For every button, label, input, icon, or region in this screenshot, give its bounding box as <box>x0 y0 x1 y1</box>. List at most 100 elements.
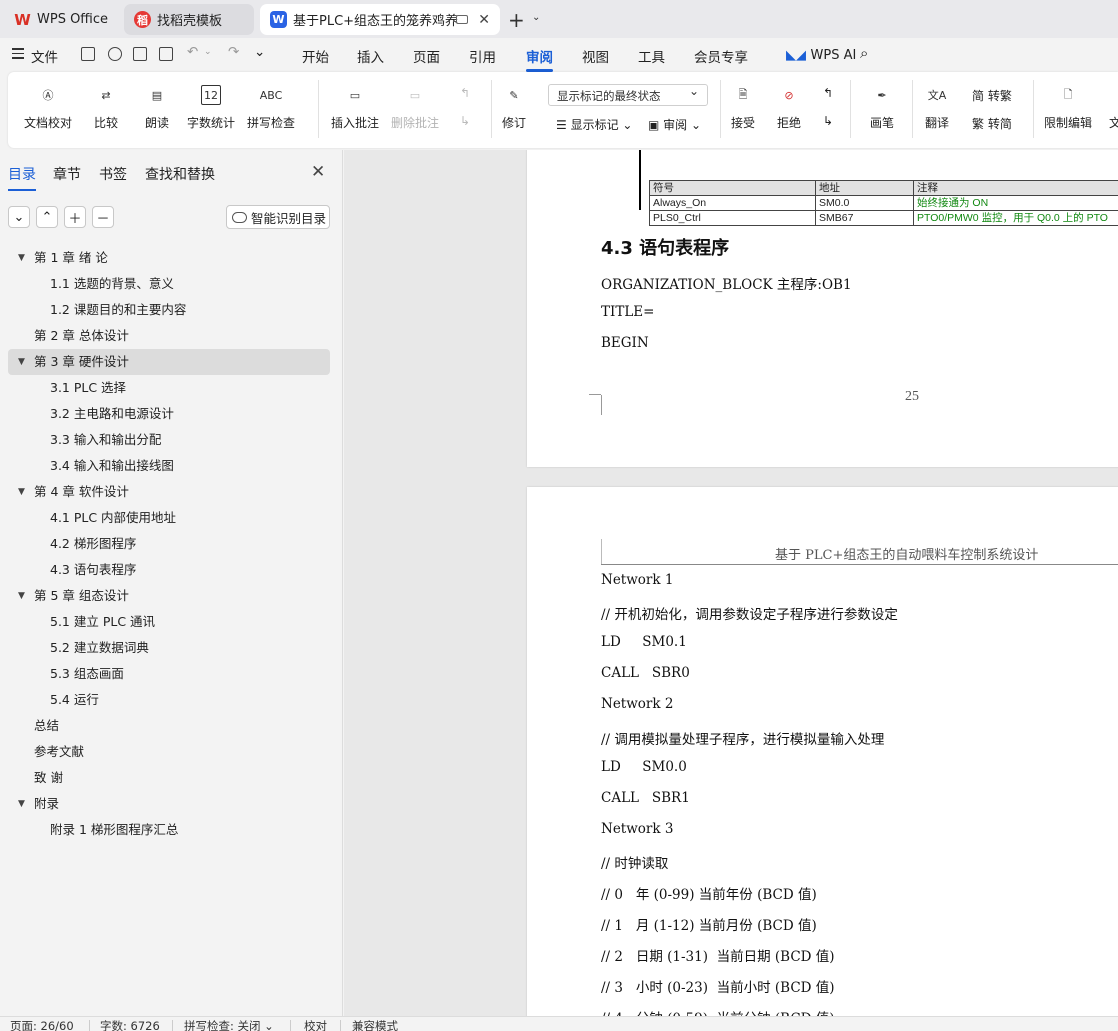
tab-label: WPS Office <box>37 12 109 27</box>
more-dropdown-icon[interactable]: ⌄ <box>254 44 265 60</box>
tab-document[interactable]: W 基于PLC+组态王的笼养鸡养殖 ✕ <box>260 4 500 35</box>
redo-icon[interactable]: ↷ <box>228 44 239 60</box>
word-count-status[interactable]: 字数: 6726 <box>100 1018 160 1031</box>
nav-tab-bookmarks[interactable]: 书签 <box>99 164 127 184</box>
chevron-down-icon[interactable]: ⌄ <box>532 12 540 23</box>
prev-comment-icon[interactable]: ↰ <box>460 86 470 100</box>
search-icon[interactable]: ⌕ <box>860 44 868 62</box>
next-revision-icon[interactable]: ↳ <box>823 114 833 128</box>
expand-arrow-icon[interactable]: ▼ <box>18 583 25 609</box>
expand-arrow-icon[interactable]: ▼ <box>18 349 25 375</box>
menu-tools[interactable]: 工具 <box>638 46 665 66</box>
page-indicator[interactable]: 页面: 26/60 <box>10 1018 74 1031</box>
spell-check-button[interactable]: ABC 拼写检查 <box>247 82 295 131</box>
insert-comment-button[interactable]: ▭ 插入批注 <box>331 82 379 131</box>
toc-item[interactable]: 3.3 输入和输出分配 <box>8 427 330 453</box>
pen-button[interactable]: ✒ 画笔 <box>870 82 894 131</box>
new-tab-icon[interactable]: + <box>508 8 525 32</box>
expand-arrow-icon[interactable]: ▼ <box>18 479 25 505</box>
nav-tab-sections[interactable]: 章节 <box>53 164 81 184</box>
menu-references[interactable]: 引用 <box>469 46 496 66</box>
toc-item[interactable]: ▼ 第 3 章 硬件设计 <box>8 349 330 375</box>
expand-arrow-icon[interactable]: ▼ <box>18 245 25 271</box>
accept-button[interactable]: 🗎 接受 <box>731 82 755 131</box>
expand-arrow-icon[interactable]: ▼ <box>18 791 25 817</box>
menu-review[interactable]: 审阅 <box>526 46 553 72</box>
menu-home[interactable]: 开始 <box>302 46 329 66</box>
toc-item[interactable]: 3.4 输入和输出接线图 <box>8 453 330 479</box>
expand-all-button[interactable]: ⌄ <box>8 206 30 228</box>
toc-item[interactable]: 5.4 运行 <box>8 687 330 713</box>
reject-button[interactable]: ⊘ 拒绝 <box>777 82 801 131</box>
tab-wps-office[interactable]: W WPS Office <box>4 4 116 35</box>
toc-item[interactable]: 5.2 建立数据词典 <box>8 635 330 661</box>
export-icon[interactable] <box>108 47 122 61</box>
more-ribbon-button[interactable]: 文 <box>1103 82 1118 131</box>
save-icon[interactable] <box>81 47 95 61</box>
menu-icon[interactable] <box>12 48 24 62</box>
menu-file[interactable]: 文件 <box>31 46 58 66</box>
toc-item[interactable]: 5.1 建立 PLC 通讯 <box>8 609 330 635</box>
doc-check-button[interactable]: Ⓐ 文档校对 <box>24 82 72 131</box>
smart-toc-button[interactable]: 智能识别目录 <box>226 205 330 229</box>
toc-item[interactable]: ▼ 第 5 章 组态设计 <box>8 583 330 609</box>
nav-tab-toc[interactable]: 目录 <box>8 164 36 191</box>
toc-item[interactable]: ▼ 附录 <box>8 791 330 817</box>
toc-item[interactable]: 4.1 PLC 内部使用地址 <box>8 505 330 531</box>
toc-item[interactable]: 3.1 PLC 选择 <box>8 375 330 401</box>
toc-item[interactable]: ▼ 第 4 章 软件设计 <box>8 479 330 505</box>
toc-item[interactable]: 3.2 主电路和电源设计 <box>8 401 330 427</box>
toc-item[interactable]: 5.3 组态画面 <box>8 661 330 687</box>
to-simplified-button[interactable]: 繁 转简 <box>972 115 1012 132</box>
toc-item-label: 附录 <box>34 796 60 811</box>
next-comment-icon[interactable]: ↳ <box>460 114 470 128</box>
nav-tab-find-replace[interactable]: 查找和替换 <box>145 164 215 184</box>
revise-button[interactable]: ✎ 修订 <box>502 82 526 131</box>
spell-check-status[interactable]: 拼写检查: 关闭 ⌄ <box>184 1018 274 1031</box>
toc-item[interactable]: 致 谢 <box>8 765 330 791</box>
add-heading-button[interactable]: ＋ <box>64 206 86 228</box>
print-preview-icon[interactable] <box>159 47 173 61</box>
translate-button[interactable]: 文A 翻译 <box>925 82 949 131</box>
review-pane-button[interactable]: ▣ 审阅 ⌄ <box>648 116 701 133</box>
undo-icon[interactable]: ↶ <box>187 44 198 60</box>
toc-item[interactable]: 1.2 课题目的和主要内容 <box>8 297 330 323</box>
delete-comment-button[interactable]: ▭ 删除批注 <box>391 82 439 131</box>
toc-item[interactable]: 1.1 选题的背景、意义 <box>8 271 330 297</box>
margin-mark <box>601 539 602 564</box>
toc-item[interactable]: 4.3 语句表程序 <box>8 557 330 583</box>
toc-item[interactable]: 总结 <box>8 713 330 739</box>
remove-heading-button[interactable]: － <box>92 206 114 228</box>
close-tab-icon[interactable]: ✕ <box>478 12 490 28</box>
show-markup-button[interactable]: ☰ 显示标记 ⌄ <box>556 116 632 133</box>
tab-docer[interactable]: 稻 找稻壳模板 <box>124 4 254 35</box>
proof-status[interactable]: 校对 <box>304 1018 327 1031</box>
toc-item[interactable]: ▼ 第 1 章 绪 论 <box>8 245 330 271</box>
collapse-all-button[interactable]: ⌃ <box>36 206 58 228</box>
review-pane-icon: ▣ <box>648 118 660 132</box>
page-header: 基于 PLC+组态王的自动喂料车控制系统设计 <box>775 548 1039 563</box>
print-icon[interactable] <box>133 47 147 61</box>
read-aloud-button[interactable]: ▤ 朗读 <box>145 82 169 131</box>
traditional-icon: 简 <box>972 89 985 103</box>
toc-item[interactable]: 4.2 梯形图程序 <box>8 531 330 557</box>
to-traditional-button[interactable]: 简 转繁 <box>972 87 1012 104</box>
menu-member[interactable]: 会员专享 <box>694 46 748 66</box>
undo-dropdown-icon[interactable]: ⌄ <box>204 47 212 57</box>
read-aloud-label: 朗读 <box>145 116 170 130</box>
toc-item[interactable]: 参考文献 <box>8 739 330 765</box>
menu-insert[interactable]: 插入 <box>357 46 384 66</box>
word-count-button[interactable]: 12 字数统计 <box>187 82 235 131</box>
toc-item-label: 4.2 梯形图程序 <box>50 536 137 551</box>
compare-button[interactable]: ⇄ 比较 <box>94 82 118 131</box>
restrict-edit-button[interactable]: 🗋 限制编辑 <box>1044 82 1092 131</box>
close-pane-icon[interactable]: ✕ <box>311 162 325 182</box>
monitor-icon[interactable] <box>456 15 468 24</box>
menu-view[interactable]: 视图 <box>582 46 609 66</box>
menu-page[interactable]: 页面 <box>413 46 440 66</box>
wps-ai-button[interactable]: ◣◢ WPS AI <box>786 48 856 63</box>
prev-revision-icon[interactable]: ↰ <box>823 86 833 100</box>
toc-item[interactable]: 附录 1 梯形图程序汇总 <box>8 817 330 843</box>
markup-mode-select[interactable]: 显示标记的最终状态 <box>548 84 708 106</box>
toc-item[interactable]: 第 2 章 总体设计 <box>8 323 330 349</box>
